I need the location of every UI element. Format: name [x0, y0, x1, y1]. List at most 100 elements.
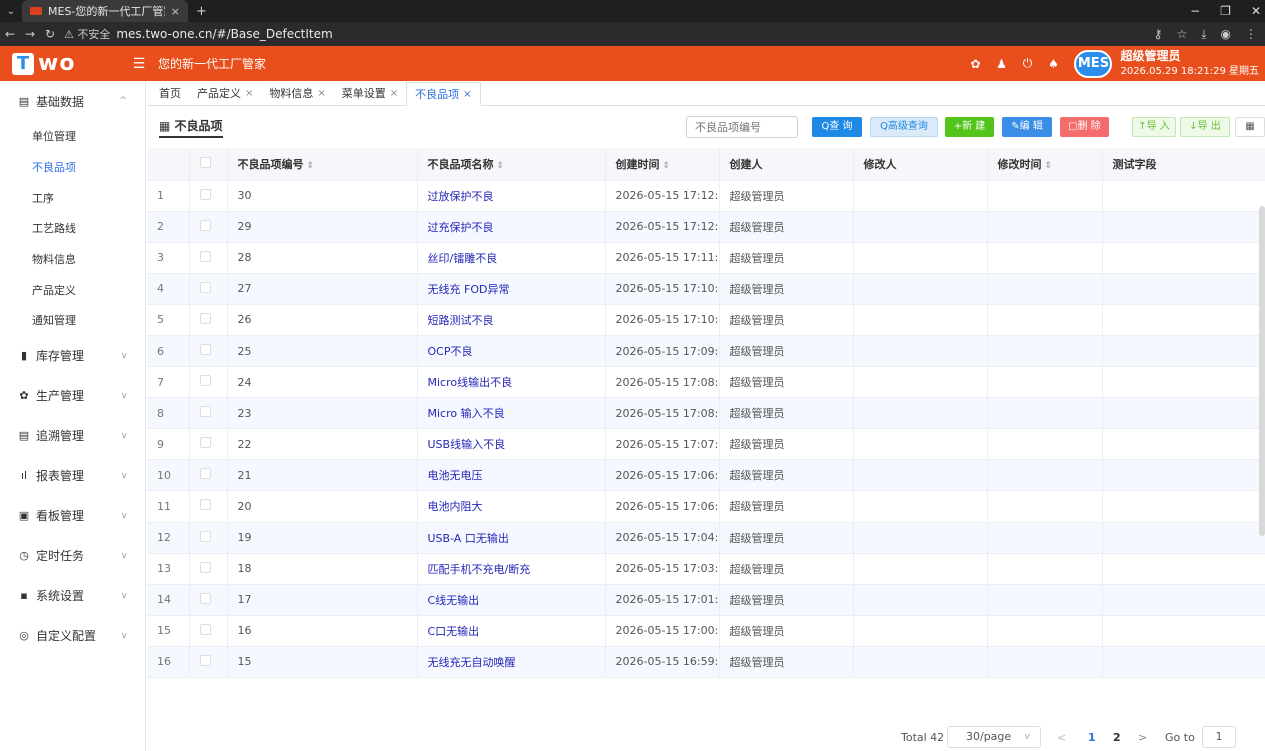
row-checkbox[interactable] [199, 219, 211, 231]
row-name[interactable]: 短路测试不良 [417, 304, 606, 336]
table-row[interactable]: 4 27无线充 FOD异常2026-05-15 17:10:48超级管理员 [147, 273, 1265, 305]
col-code[interactable]: 不良品项编号 ⇕ [227, 148, 418, 181]
table-row[interactable]: 8 23Micro 输入不良2026-05-15 17:08:16超级管理员 [147, 397, 1265, 430]
import-button[interactable]: ↑导 入 [1132, 117, 1176, 137]
tab-product-definition[interactable]: 产品定义 × [189, 81, 261, 105]
delete-button[interactable]: ▢删 除 [1060, 117, 1109, 137]
close-icon[interactable]: × [390, 88, 398, 99]
table-row[interactable]: 2 29过充保护不良2026-05-15 17:12:22超级管理员 [147, 211, 1265, 243]
table-row[interactable]: 10 21电池无电压2026-05-15 17:06:22超级管理员 [147, 459, 1265, 492]
next-page-button[interactable]: > [1138, 731, 1147, 744]
table-row[interactable]: 5 26短路测试不良2026-05-15 17:10:02超级管理员 [147, 304, 1265, 336]
col-modified-time[interactable]: 修改时间 ⇕ [987, 148, 1103, 181]
row-name[interactable]: USB-A 口无输出 [417, 522, 606, 554]
row-name[interactable]: C口无输出 [417, 615, 606, 647]
columns-toggle-button[interactable]: ▦ [1235, 117, 1265, 137]
row-checkbox[interactable] [199, 406, 211, 418]
row-checkbox[interactable] [199, 250, 211, 262]
table-row[interactable]: 6 25OCP不良2026-05-15 17:09:26超级管理员 [147, 335, 1265, 368]
tab-home[interactable]: 首页 [151, 81, 189, 105]
sidebar-group-custom[interactable]: ◎ 自定义配置 v [0, 616, 145, 656]
row-checkbox[interactable] [199, 623, 211, 635]
export-button[interactable]: ↓导 出 [1180, 117, 1230, 137]
sidebar-group-inventory[interactable]: ▮ 库存管理 v [0, 336, 145, 376]
row-name[interactable]: 丝印/镭雕不良 [417, 242, 606, 274]
minimize-icon[interactable]: − [1190, 4, 1200, 18]
row-checkbox[interactable] [199, 592, 211, 604]
row-checkbox[interactable] [199, 344, 211, 356]
sidebar-item-notice[interactable]: 通知管理 [0, 305, 145, 336]
bookmark-star-icon[interactable]: ☆ [1176, 27, 1187, 42]
advanced-query-button[interactable]: Q高级查询 [870, 117, 938, 137]
sidebar-item-process[interactable]: 工序 [0, 182, 145, 213]
sidebar-item-unit[interactable]: 单位管理 [0, 121, 145, 152]
sidebar-group-report[interactable]: ıl 报表管理 v [0, 456, 145, 496]
prev-page-button[interactable]: < [1057, 731, 1066, 744]
forward-icon[interactable]: → [20, 27, 40, 41]
page-size-select[interactable]: 30/page v [947, 726, 1041, 748]
reload-icon[interactable]: ↻ [40, 27, 60, 41]
sidebar-group-trace[interactable]: ▤ 追溯管理 v [0, 416, 145, 456]
row-name[interactable]: 匹配手机不充电/断充 [417, 553, 606, 585]
page-2-button[interactable]: 2 [1113, 731, 1121, 744]
sidebar-group-dashboard[interactable]: ▣ 看板管理 v [0, 496, 145, 536]
close-icon[interactable]: × [317, 88, 325, 99]
table-row[interactable]: 3 28丝印/镭雕不良2026-05-15 17:11:39超级管理员 [147, 242, 1265, 274]
close-window-icon[interactable]: ✕ [1251, 4, 1261, 18]
settings-gear-icon[interactable]: ✿ [962, 57, 988, 71]
url-text[interactable]: mes.two-one.cn/#/Base_DefectItem [116, 27, 332, 41]
row-checkbox[interactable] [199, 654, 211, 666]
new-tab-icon[interactable]: + [196, 4, 207, 19]
page-1-button[interactable]: 1 [1088, 731, 1096, 744]
row-checkbox[interactable] [199, 468, 211, 480]
query-button[interactable]: Q查 询 [812, 117, 862, 137]
url-field[interactable]: ⚠ 不安全 mes.two-one.cn/#/Base_DefectItem [64, 26, 333, 42]
row-name[interactable]: Micro线输出不良 [417, 366, 606, 399]
row-checkbox[interactable] [199, 281, 211, 293]
avatar[interactable]: MES [1074, 49, 1113, 78]
table-row[interactable]: 11 20电池内阻大2026-05-15 17:06:07超级管理员 [147, 490, 1265, 523]
row-name[interactable]: C线无输出 [417, 584, 606, 616]
col-created-time[interactable]: 创建时间 ⇕ [605, 148, 720, 181]
table-row[interactable]: 9 22USB线输入不良2026-05-15 17:07:37超级管理员 [147, 428, 1265, 461]
power-icon[interactable]: ⏻ [1014, 56, 1040, 71]
row-name[interactable]: 电池无电压 [417, 459, 606, 492]
key-icon[interactable]: ⚷ [1154, 27, 1163, 42]
search-input[interactable] [686, 116, 798, 138]
sort-icon[interactable]: ⇕ [663, 161, 671, 171]
sidebar-group-system[interactable]: ▪ 系统设置 v [0, 576, 145, 616]
row-checkbox[interactable] [199, 499, 211, 511]
row-checkbox[interactable] [199, 375, 211, 387]
row-name[interactable]: Micro 输入不良 [417, 397, 606, 430]
new-button[interactable]: +新 建 [945, 117, 994, 137]
table-row[interactable]: 1 30过放保护不良2026-05-15 17:12:41超级管理员 [147, 180, 1265, 212]
sort-icon[interactable]: ⇕ [307, 161, 315, 171]
close-icon[interactable]: × [463, 89, 471, 100]
table-row[interactable]: 13 18匹配手机不充电/断充2026-05-15 17:03:10超级管理员 [147, 553, 1265, 585]
row-name[interactable]: 过放保护不良 [417, 180, 606, 212]
tab-search-icon[interactable]: ⌄ [0, 6, 22, 17]
row-checkbox[interactable] [199, 530, 211, 542]
row-name[interactable]: 无线充无自动唤醒 [417, 646, 606, 679]
sort-icon[interactable]: ⇕ [497, 161, 505, 171]
table-row[interactable]: 7 24Micro线输出不良2026-05-15 17:08:45超级管理员 [147, 366, 1265, 399]
browser-tab[interactable]: MES-您的新一代工厂管家 × [22, 0, 188, 22]
sidebar-group-schedule[interactable]: ◷ 定时任务 v [0, 536, 145, 576]
row-name[interactable]: USB线输入不良 [417, 428, 606, 461]
col-name[interactable]: 不良品项名称 ⇕ [417, 148, 606, 181]
select-all-checkbox[interactable] [199, 156, 211, 168]
tab-menu-settings[interactable]: 菜单设置 × [334, 81, 406, 105]
close-icon[interactable]: × [245, 88, 253, 99]
table-row[interactable]: 16 15无线充无自动唤醒2026-05-15 16:59:23超级管理员 [147, 646, 1265, 679]
back-icon[interactable]: ← [0, 27, 20, 41]
user-icon[interactable]: ♟ [988, 57, 1014, 71]
row-checkbox[interactable] [199, 437, 211, 449]
row-checkbox[interactable] [199, 188, 211, 200]
profile-icon[interactable]: ◉ [1221, 27, 1231, 42]
edit-button[interactable]: ✎编 辑 [1002, 117, 1052, 137]
sidebar-group-production[interactable]: ✿ 生产管理 v [0, 376, 145, 416]
row-checkbox[interactable] [199, 561, 211, 573]
table-row[interactable]: 12 19USB-A 口无输出2026-05-15 17:04:59超级管理员 [147, 522, 1265, 554]
tab-material-info[interactable]: 物料信息 × [261, 81, 333, 105]
row-name[interactable]: OCP不良 [417, 335, 606, 368]
